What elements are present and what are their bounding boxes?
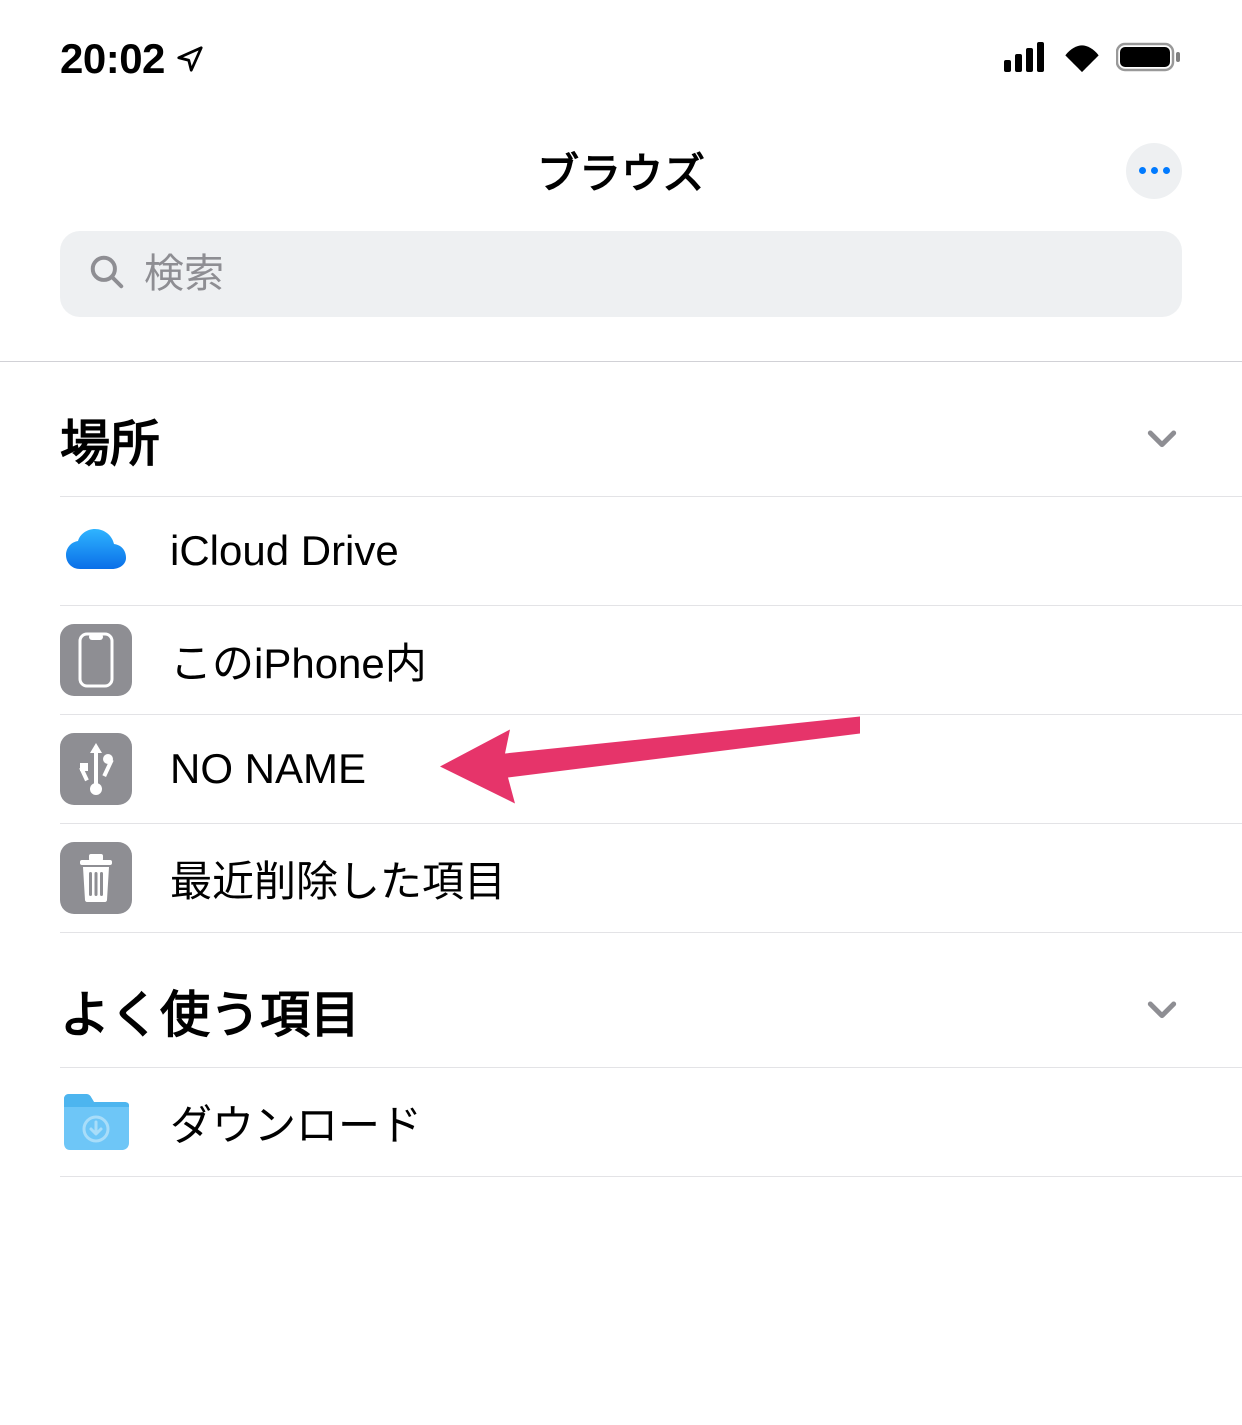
search-bar[interactable] <box>60 231 1182 317</box>
list-item-label: 最近削除した項目 <box>170 848 506 909</box>
wifi-icon <box>1062 42 1102 77</box>
list-item-usb-drive[interactable]: NO NAME <box>60 715 1242 824</box>
list-item-label: ダウンロード <box>170 1092 422 1153</box>
search-container <box>0 231 1242 347</box>
nav-header: ブラウズ <box>0 100 1242 231</box>
more-dot-icon <box>1139 167 1146 174</box>
usb-icon <box>60 733 132 805</box>
list-item-label: NO NAME <box>170 745 366 793</box>
page-title: ブラウズ <box>537 140 705 201</box>
more-dot-icon <box>1151 167 1158 174</box>
more-dot-icon <box>1163 167 1170 174</box>
list-item-recently-deleted[interactable]: 最近削除した項目 <box>60 824 1242 933</box>
search-input[interactable] <box>144 252 1154 297</box>
section-title: よく使う項目 <box>60 975 360 1047</box>
status-time: 20:02 <box>60 35 165 83</box>
locations-list: iCloud Drive このiPhone内 NO NAME <box>0 496 1242 933</box>
list-item-label: このiPhone内 <box>170 630 427 691</box>
status-right <box>1004 42 1182 77</box>
icloud-icon <box>60 515 132 587</box>
cellular-icon <box>1004 42 1048 77</box>
list-item-iphone[interactable]: このiPhone内 <box>60 606 1242 715</box>
chevron-down-icon <box>1142 418 1182 463</box>
battery-icon <box>1116 42 1182 77</box>
list-item-label: iCloud Drive <box>170 527 399 575</box>
trash-icon <box>60 842 132 914</box>
section-header-favorites[interactable]: よく使う項目 <box>0 933 1242 1067</box>
arrow-annotation-icon <box>440 712 870 827</box>
status-bar: 20:02 <box>0 0 1242 100</box>
list-item-downloads[interactable]: ダウンロード <box>60 1067 1242 1177</box>
location-icon <box>175 44 205 74</box>
list-item-icloud[interactable]: iCloud Drive <box>60 496 1242 606</box>
downloads-folder-icon <box>60 1086 132 1158</box>
iphone-icon <box>60 624 132 696</box>
section-title: 場所 <box>60 404 160 476</box>
search-icon <box>88 253 126 296</box>
status-left: 20:02 <box>60 35 205 83</box>
chevron-down-icon <box>1142 989 1182 1034</box>
section-header-locations[interactable]: 場所 <box>0 362 1242 496</box>
more-button[interactable] <box>1126 143 1182 199</box>
favorites-list: ダウンロード <box>0 1067 1242 1177</box>
